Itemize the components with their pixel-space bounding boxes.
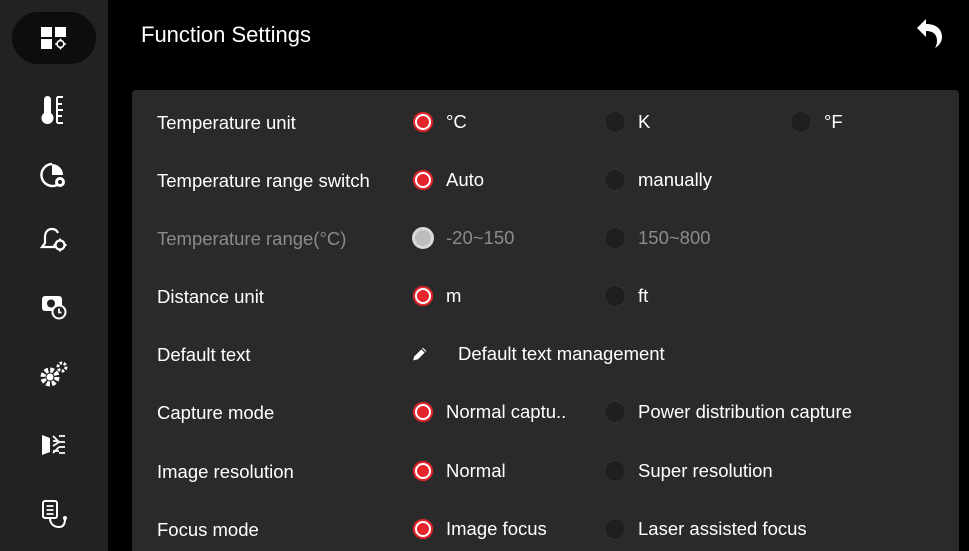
setting-label: Capture mode — [157, 402, 275, 423]
radio-option-auto[interactable]: Auto — [412, 166, 484, 194]
setting-label: Temperature unit — [157, 112, 296, 133]
sidebar-item-laser-settings[interactable] — [12, 418, 96, 470]
radio-unselected-icon — [604, 460, 626, 482]
laser-settings-icon — [42, 435, 65, 455]
sidebar-item-palette-settings[interactable] — [12, 150, 96, 202]
option-label: -20~150 — [446, 227, 515, 248]
radio-unselected-icon — [604, 111, 626, 133]
radio-option-normal-capture[interactable]: Normal captu.. — [412, 398, 566, 426]
option-label: Default text management — [458, 343, 665, 364]
system-settings-icon — [40, 361, 68, 387]
sidebar-item-alarm-settings[interactable] — [12, 214, 96, 266]
option-label: manually — [638, 169, 713, 190]
setting-label: Default text — [157, 344, 251, 365]
sidebar-item-system-settings[interactable] — [12, 348, 96, 400]
function-settings-icon — [41, 27, 66, 50]
settings-panel: Temperature unit °C K °F Temperature ran… — [132, 90, 959, 551]
option-label: °F — [824, 111, 843, 132]
option-label: Normal captu.. — [446, 401, 567, 422]
radio-option-meters[interactable]: m — [412, 282, 461, 310]
option-label: Power distribution capture — [638, 401, 852, 422]
radio-option-image-focus[interactable]: Image focus — [412, 515, 547, 543]
radio-option-range-high: 150~800 — [604, 224, 711, 252]
setting-row-temperature-range-switch: Temperature range switch Auto manually — [132, 160, 959, 200]
sidebar — [0, 0, 108, 551]
radio-unselected-icon — [604, 401, 626, 423]
radio-option-power-distribution-capture[interactable]: Power distribution capture — [604, 398, 852, 426]
radio-selected-icon — [412, 401, 434, 423]
radio-selected-icon — [412, 460, 434, 482]
radio-selected-icon — [412, 111, 434, 133]
radio-option-feet[interactable]: ft — [604, 282, 648, 310]
option-label: Normal — [446, 460, 506, 481]
option-label: Laser assisted focus — [638, 518, 807, 539]
option-label: m — [446, 285, 462, 306]
radio-unselected-icon — [604, 285, 626, 307]
default-text-management-button[interactable]: Default text management — [412, 340, 665, 368]
radio-selected-disabled-icon — [412, 227, 434, 249]
radio-selected-icon — [412, 169, 434, 191]
radio-option-normal-resolution[interactable]: Normal — [412, 457, 506, 485]
alarm-settings-icon — [39, 227, 67, 252]
setting-label: Distance unit — [157, 286, 264, 307]
radio-unselected-icon — [604, 227, 626, 249]
option-label: °C — [446, 111, 467, 132]
option-label: ft — [638, 285, 649, 306]
header: Function Settings — [108, 0, 969, 78]
camera-timer-icon — [42, 296, 67, 320]
notes-icon — [42, 500, 67, 529]
sidebar-item-camera-timer[interactable] — [12, 280, 96, 332]
radio-option-celsius[interactable]: °C — [412, 108, 467, 136]
setting-label: Image resolution — [157, 461, 294, 482]
setting-row-distance-unit: Distance unit m ft — [132, 276, 959, 316]
setting-row-default-text: Default text Default text management — [132, 334, 959, 374]
radio-option-super-resolution[interactable]: Super resolution — [604, 457, 773, 485]
option-label: Image focus — [446, 518, 547, 539]
radio-option-fahrenheit[interactable]: °F — [790, 108, 843, 136]
sidebar-item-temperature[interactable] — [12, 84, 96, 136]
option-label: K — [638, 111, 651, 132]
setting-row-temperature-range: Temperature range(°C) -20~150 150~800 — [132, 218, 959, 258]
radio-option-range-low: -20~150 — [412, 224, 514, 252]
palette-settings-icon — [40, 162, 65, 188]
radio-option-manually[interactable]: manually — [604, 166, 712, 194]
setting-row-focus-mode: Focus mode Image focus Laser assisted fo… — [132, 509, 959, 549]
radio-unselected-icon — [790, 111, 812, 133]
radio-selected-icon — [412, 285, 434, 307]
sidebar-item-notes[interactable] — [12, 488, 96, 540]
setting-label: Focus mode — [157, 519, 259, 540]
sidebar-item-function-settings[interactable] — [12, 12, 96, 64]
thermometer-icon — [41, 96, 63, 124]
option-label: Super resolution — [638, 460, 773, 481]
page-title: Function Settings — [141, 22, 311, 47]
radio-option-kelvin[interactable]: K — [604, 108, 650, 136]
setting-row-capture-mode: Capture mode Normal captu.. Power distri… — [132, 392, 959, 432]
radio-unselected-icon — [604, 518, 626, 540]
setting-row-temperature-unit: Temperature unit °C K °F — [132, 102, 959, 142]
option-label: Auto — [446, 169, 485, 190]
setting-label: Temperature range switch — [157, 170, 370, 191]
setting-label: Temperature range(°C) — [157, 228, 347, 249]
setting-row-image-resolution: Image resolution Normal Super resolution — [132, 451, 959, 491]
back-arrow-icon — [917, 19, 942, 48]
radio-unselected-icon — [604, 169, 626, 191]
option-label: 150~800 — [638, 227, 711, 248]
edit-pencil-icon — [412, 347, 427, 362]
radio-option-laser-assisted-focus[interactable]: Laser assisted focus — [604, 515, 807, 543]
back-button[interactable] — [913, 16, 947, 50]
radio-selected-icon — [412, 518, 434, 540]
